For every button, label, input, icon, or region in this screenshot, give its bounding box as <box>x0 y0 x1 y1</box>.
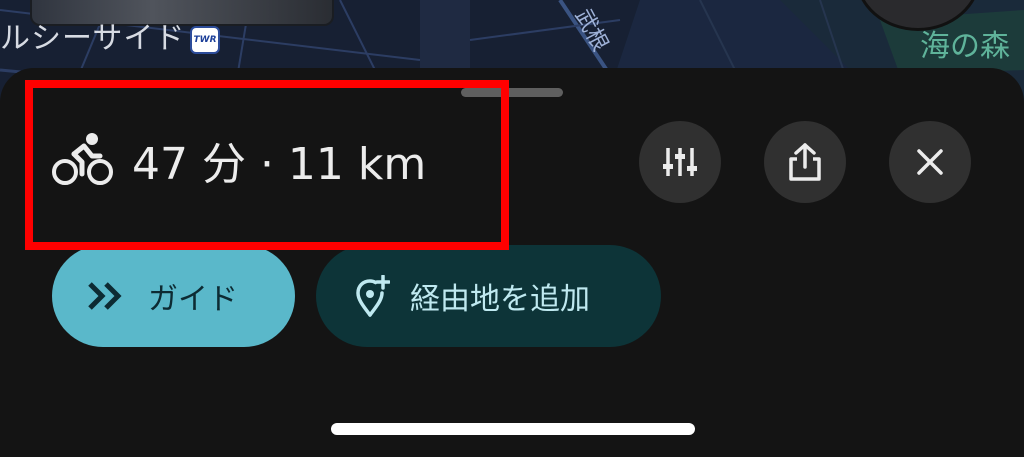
map-park-label: 海の森 <box>920 29 1010 64</box>
add-stop-button-label: 経由地を追加 <box>410 282 590 317</box>
directions-bottom-sheet: 47 分 · 11 km ガイド 経由地を追加 <box>0 68 1024 457</box>
duration-distance-text: 47 分 · 11 km <box>132 139 427 190</box>
twr-logo-icon: TWR <box>190 26 220 54</box>
bicycle-icon <box>52 132 114 188</box>
drag-handle[interactable] <box>461 88 563 97</box>
share-icon <box>789 143 821 181</box>
map-area-label: ルシーサイド <box>0 21 186 56</box>
route-summary: 47 分 · 11 km <box>52 128 426 192</box>
add-location-icon <box>356 275 390 317</box>
add-stop-button[interactable]: 経由地を追加 <box>316 245 661 347</box>
guide-button-label: ガイド <box>148 282 238 317</box>
share-button[interactable] <box>764 121 846 203</box>
double-chevron-right-icon <box>88 282 122 310</box>
tune-icon <box>663 148 697 176</box>
home-indicator[interactable] <box>331 423 695 435</box>
close-icon <box>917 149 943 175</box>
screen: ルシーサイド TWR 武根 海の森 47 分 · 11 km ガイド 経由地を追… <box>0 0 1024 457</box>
twr-logo-text: TWR <box>193 35 217 45</box>
guide-button[interactable]: ガイド <box>52 245 295 347</box>
close-button[interactable] <box>889 121 971 203</box>
route-options-button[interactable] <box>639 121 721 203</box>
